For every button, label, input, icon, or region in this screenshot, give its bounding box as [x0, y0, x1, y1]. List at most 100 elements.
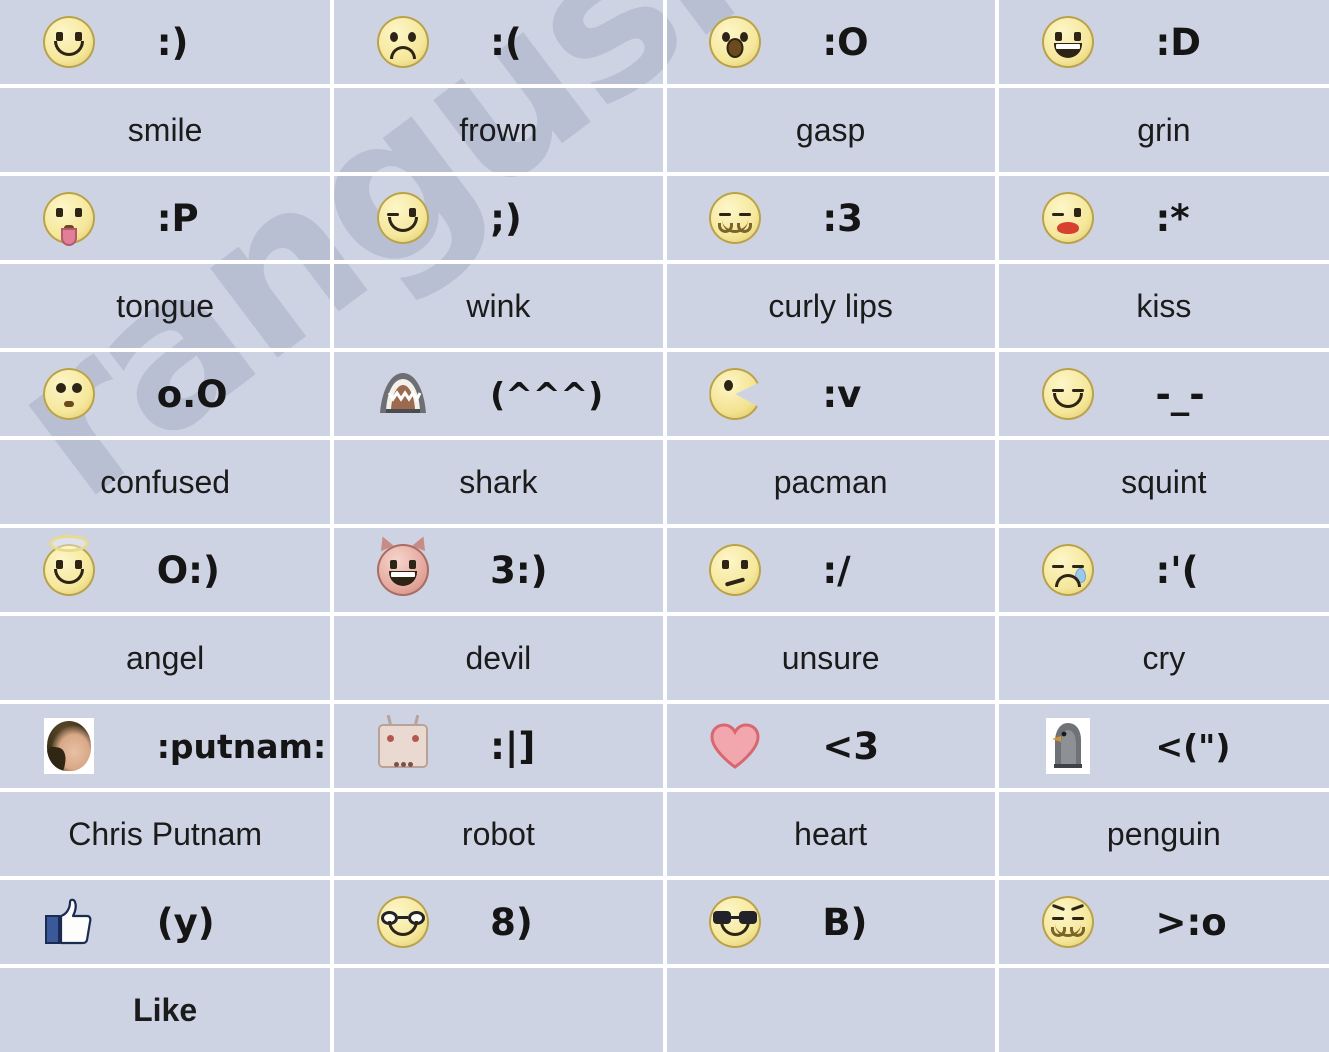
shark-icon	[334, 371, 472, 417]
emoticon-label: frown	[459, 112, 538, 148]
emoticon-label-cell: penguin	[996, 790, 1329, 880]
emoticon-label: cry	[1142, 640, 1186, 676]
emoticon-code: :|]	[490, 724, 536, 768]
emoticon-cell-sunglasses[interactable]: B)	[664, 878, 999, 968]
curly-lips-face-icon	[667, 192, 805, 244]
emoticon-label: devil	[465, 640, 532, 676]
chris-putnam-avatar-icon	[0, 718, 139, 774]
frown-face-icon	[334, 16, 472, 68]
emoticon-cell-angel[interactable]: O:)	[0, 526, 335, 616]
emoticon-code: :3	[822, 196, 863, 240]
emoticon-code: 8)	[490, 900, 533, 944]
emoticon-label: kiss	[1136, 288, 1192, 324]
emoticon-row: :putnam: :|] <3 <(")	[0, 702, 1329, 792]
emoticon-cell-squint[interactable]: -_-	[996, 350, 1329, 440]
emoticon-label: tongue	[116, 288, 215, 324]
emoticon-cell-penguin[interactable]: <(")	[996, 702, 1329, 792]
emoticon-code: :O	[822, 20, 869, 64]
emoticon-label-cell	[664, 966, 999, 1052]
emoticon-code: :)	[156, 20, 189, 64]
emoticon-cell-kiss[interactable]: :*	[996, 174, 1329, 264]
emoticon-label-cell: confused	[0, 438, 335, 528]
emoticon-code: <3	[822, 724, 880, 768]
emoticon-cell-cry[interactable]: :'(	[996, 526, 1329, 616]
emoticon-label-cell: cry	[996, 614, 1329, 704]
emoticon-label: angel	[125, 640, 205, 676]
emoticon-cell-wink[interactable]: ;)	[332, 174, 667, 264]
angel-face-icon	[0, 535, 139, 596]
penguin-icon	[999, 718, 1138, 774]
emoticon-cell-heart[interactable]: <3	[664, 702, 999, 792]
emoticon-label-cell: angel	[0, 614, 335, 704]
robot-icon	[334, 714, 472, 768]
emoticon-code: :*	[1155, 196, 1190, 240]
emoticon-label-row: confused shark pacman squint	[0, 438, 1329, 528]
emoticon-cell-frown[interactable]: :(	[332, 0, 667, 88]
emoticon-cell-pacman[interactable]: :v	[664, 350, 999, 440]
emoticon-cell-smile[interactable]: :)	[0, 0, 335, 88]
emoticon-code: :P	[156, 196, 199, 240]
emoticon-code: (y)	[156, 900, 215, 944]
emoticon-label: smile	[127, 112, 203, 148]
emoticon-label-cell: unsure	[664, 614, 999, 704]
kiss-face-icon	[999, 192, 1138, 244]
emoticon-label: gasp	[795, 112, 866, 148]
gasp-face-icon	[667, 16, 805, 68]
emoticon-label: Chris Putnam	[68, 816, 263, 852]
smile-face-icon	[0, 16, 139, 68]
emoticon-code: <(")	[1155, 726, 1231, 766]
emoticon-cell-shark[interactable]: (^^^)	[332, 350, 667, 440]
emoticon-label-cell: devil	[332, 614, 667, 704]
emoticon-label: wink	[466, 288, 531, 324]
emoticon-cell-chris-putnam[interactable]: :putnam:	[0, 702, 335, 792]
emoticon-cell-curly-lips[interactable]: :3	[664, 174, 999, 264]
emoticon-label: grin	[1137, 112, 1191, 148]
emoticon-label-row: tongue wink curly lips kiss	[0, 262, 1329, 352]
emoticon-label: heart	[794, 816, 868, 852]
emoticon-code: -_-	[1155, 372, 1205, 416]
emoticon-cell-devil[interactable]: 3:)	[332, 526, 667, 616]
emoticon-row: :) :( :O :D	[0, 0, 1329, 88]
emoticon-cell-like[interactable]: (y)	[0, 878, 335, 968]
emoticon-label-row: angel devil unsure cry	[0, 614, 1329, 704]
emoticon-cell-confused[interactable]: o.O	[0, 350, 335, 440]
emoticon-label-cell: Like	[0, 966, 335, 1052]
emoticon-cell-unsure[interactable]: :/	[664, 526, 999, 616]
emoticon-label: unsure	[781, 640, 880, 676]
emoticon-cell-grin[interactable]: :D	[996, 0, 1329, 88]
emoticon-code: o.O	[156, 372, 228, 416]
emoticon-cell-glasses[interactable]: 8)	[332, 878, 667, 968]
emoticon-label: squint	[1121, 464, 1207, 500]
emoticon-label-cell: wink	[332, 262, 667, 352]
wink-face-icon	[334, 192, 472, 244]
pacman-icon	[667, 368, 805, 420]
emoticon-cell-robot[interactable]: :|]	[332, 702, 667, 792]
emoticon-code: O:)	[156, 548, 220, 592]
emoticon-cell-gasp[interactable]: :O	[664, 0, 999, 88]
emoticon-label: robot	[461, 816, 535, 852]
emoticon-label-cell: heart	[664, 790, 999, 880]
emoticon-cell-tongue[interactable]: :P	[0, 174, 335, 264]
grin-face-icon	[999, 16, 1138, 68]
heart-icon	[667, 723, 805, 769]
emoticon-row: O:) 3:) :/ :'(	[0, 526, 1329, 616]
emoticon-code: :'(	[1155, 548, 1199, 592]
glasses-face-icon	[334, 896, 472, 948]
emoticon-row: (y) 8) B) >:o	[0, 878, 1329, 968]
emoticon-label-cell: grin	[996, 86, 1329, 176]
emoticon-cell-angry-gasp[interactable]: >:o	[996, 878, 1329, 968]
emoticon-code: ;)	[490, 196, 522, 240]
emoticon-row: :P ;) :3 :*	[0, 174, 1329, 264]
emoticon-label-cell: kiss	[996, 262, 1329, 352]
squint-face-icon	[999, 368, 1138, 420]
devil-face-icon	[334, 533, 472, 596]
emoticon-code: :putnam:	[156, 726, 327, 766]
emoticon-label-cell: smile	[0, 86, 335, 176]
emoticon-code: B)	[822, 900, 868, 944]
emoticon-label-cell: frown	[332, 86, 667, 176]
sunglasses-face-icon	[667, 896, 805, 948]
emoticon-row: o.O (^^^):v -_-	[0, 350, 1329, 440]
emoticon-label-cell: Chris Putnam	[0, 790, 335, 880]
emoticon-code: >:o	[1155, 900, 1227, 944]
emoticon-label-cell: curly lips	[664, 262, 999, 352]
